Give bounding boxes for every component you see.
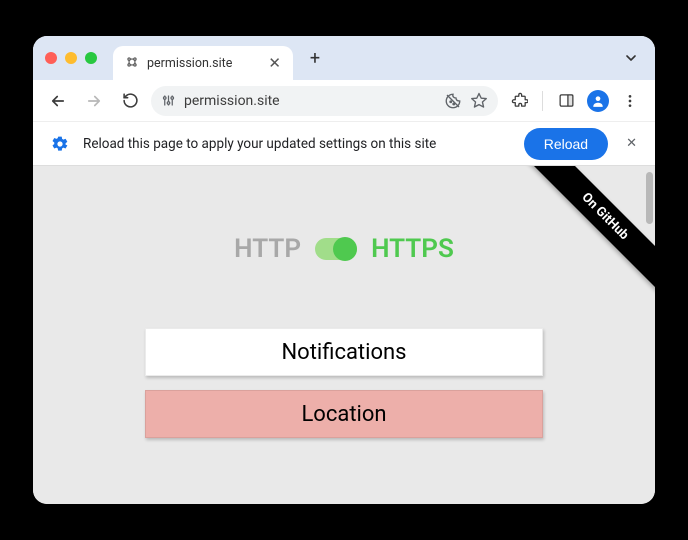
minimize-window-button[interactable] [65,52,77,64]
back-button[interactable] [43,86,73,116]
https-label: HTTPS [371,234,454,264]
reload-page-button[interactable] [115,86,145,116]
http-label: HTTP [234,234,301,264]
gear-icon [51,135,69,153]
protocol-switch[interactable] [315,238,357,260]
tab-strip: permission.site ✕ + [33,36,655,80]
close-infobar-icon[interactable]: ✕ [626,136,637,151]
tab-overflow-button[interactable] [619,46,643,70]
tab-favicon-icon [125,55,139,72]
forward-button[interactable] [79,86,109,116]
settings-infobar: Reload this page to apply your updated s… [33,122,655,166]
cookie-blocked-icon[interactable] [444,92,462,110]
browser-tab[interactable]: permission.site ✕ [113,46,293,80]
new-tab-button[interactable]: + [301,44,329,72]
close-window-button[interactable] [45,52,57,64]
site-settings-icon[interactable] [161,93,176,108]
extensions-icon[interactable] [504,86,534,116]
tab-title: permission.site [147,56,232,71]
tab-close-icon[interactable]: ✕ [268,56,281,71]
side-panel-icon[interactable] [551,86,581,116]
location-button[interactable]: Location [145,390,543,438]
browser-menu-icon[interactable] [615,86,645,116]
scrollbar[interactable] [646,172,653,224]
profile-avatar[interactable] [587,90,609,112]
url-text: permission.site [184,93,436,109]
address-bar[interactable]: permission.site [151,86,498,116]
infobar-message: Reload this page to apply your updated s… [83,136,510,152]
bookmark-icon[interactable] [470,92,488,110]
browser-window: permission.site ✕ + permission.site [33,36,655,504]
permission-buttons: Notifications Location [33,328,655,438]
page-content: On GitHub HTTP HTTPS Notifications Locat… [33,166,655,504]
browser-toolbar: permission.site [33,80,655,122]
toolbar-divider [542,91,543,111]
notifications-button[interactable]: Notifications [145,328,543,376]
maximize-window-button[interactable] [85,52,97,64]
reload-settings-button[interactable]: Reload [524,128,608,160]
window-controls [45,52,97,64]
